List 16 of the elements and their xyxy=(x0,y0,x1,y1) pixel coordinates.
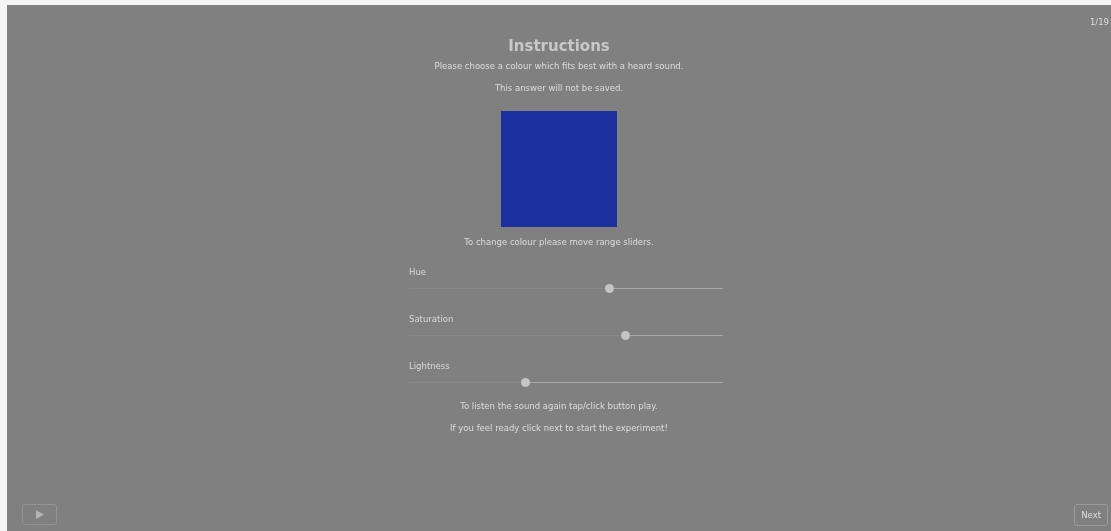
instruction-text: To change colour please move range sliders. xyxy=(464,237,654,247)
instruction-text: To listen the sound again tap/click button play. xyxy=(460,401,658,411)
slider-thumb[interactable] xyxy=(621,331,631,340)
slider-thumb[interactable] xyxy=(605,284,614,293)
slider-label: Lightness xyxy=(409,361,450,371)
instruction-text: This answer will not be saved. xyxy=(494,83,624,93)
next-button[interactable]: Next xyxy=(1074,504,1108,526)
slider-label: Saturation xyxy=(409,314,454,324)
play-icon xyxy=(35,510,44,519)
slider-thumb[interactable] xyxy=(520,378,530,387)
page-counter: 1/19 xyxy=(1089,17,1109,27)
play-button[interactable] xyxy=(22,504,57,525)
slider-label: Hue xyxy=(409,267,426,277)
instructions-title: Instructions xyxy=(508,37,610,55)
instruction-text: Please choose a colour which fits best with a heard sound. xyxy=(434,61,684,71)
instruction-text: If you feel ready click next to start the experiment! xyxy=(450,423,668,433)
